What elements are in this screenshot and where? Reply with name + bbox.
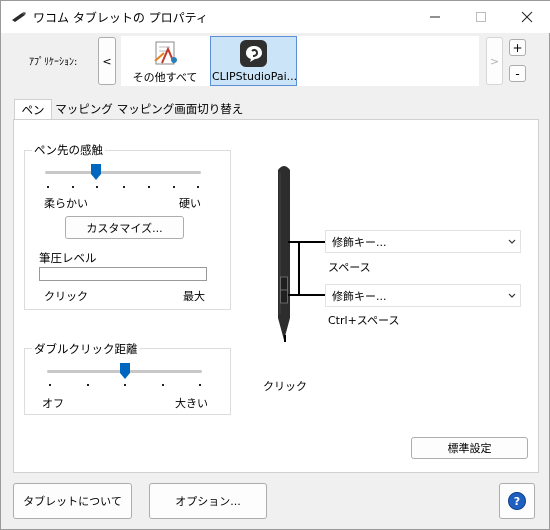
- slider-tick: [162, 384, 164, 386]
- remove-application-button[interactable]: -: [509, 65, 526, 82]
- chevron-down-icon: [508, 293, 516, 298]
- help-button[interactable]: ?: [499, 483, 535, 519]
- connector-line: [298, 241, 328, 243]
- dropdown-value: 修飾キー...: [332, 289, 387, 303]
- app-item-label: その他すべて: [132, 71, 198, 84]
- dropdown-value: 修飾キー...: [332, 235, 387, 249]
- side-switch-upper-detail: スペース: [328, 261, 371, 274]
- slider-tick: [87, 384, 89, 386]
- app-scroll-right-button[interactable]: >: [486, 37, 503, 85]
- tip-feel-slider-thumb[interactable]: [91, 164, 102, 180]
- help-icon: ?: [508, 492, 526, 510]
- window-title: ワコム タブレットの プロパティ: [33, 11, 208, 25]
- tip-feel-firm-label: 硬い: [179, 197, 201, 210]
- double-click-large-label: 大きい: [175, 397, 208, 410]
- close-icon: [521, 11, 533, 23]
- slider-tick: [49, 384, 51, 386]
- side-switch-lower-dropdown[interactable]: 修飾キー...: [325, 284, 521, 307]
- slider-tick: [47, 186, 49, 188]
- all-applications-icon: [154, 41, 177, 65]
- double-click-off-label: オフ: [42, 397, 64, 410]
- app-scroll-left-button[interactable]: <: [98, 37, 116, 85]
- connector-line: [298, 241, 300, 296]
- close-button[interactable]: [504, 1, 550, 33]
- slider-tick: [148, 186, 150, 188]
- pressure-max-label: 最大: [183, 290, 205, 303]
- clip-studio-icon: [240, 40, 267, 67]
- add-application-button[interactable]: +: [509, 39, 526, 56]
- pressure-click-label: クリック: [44, 290, 88, 303]
- slider-tick: [199, 384, 201, 386]
- slider-tick: [96, 186, 98, 188]
- tab-mapping[interactable]: マッピング: [54, 99, 114, 119]
- pressure-level-bar: [39, 267, 207, 281]
- tab-mapping-screen-toggle[interactable]: マッピング画面切り替え: [117, 99, 244, 119]
- customize-button[interactable]: カスタマイズ...: [65, 216, 184, 239]
- slider-tick: [72, 186, 74, 188]
- properties-window: ワコム タブレットの プロパティ ｱﾌﾟﾘｹｰｼｮﾝ: < その他すべて CLI…: [0, 0, 550, 530]
- tip-feel-title: ペン先の感触: [32, 142, 105, 158]
- double-click-distance-title: ダブルクリック距離: [32, 341, 140, 357]
- connector-line: [288, 294, 328, 296]
- tip-feel-soft-label: 柔らかい: [44, 197, 88, 210]
- slider-tick: [173, 186, 175, 188]
- slider-tick: [123, 186, 125, 188]
- pressure-level-title: 筆圧レベル: [39, 251, 97, 265]
- minimize-button[interactable]: [412, 1, 458, 33]
- double-click-slider-thumb[interactable]: [119, 363, 130, 379]
- minimize-icon: [430, 16, 440, 18]
- tab-pen[interactable]: ペン: [14, 99, 52, 119]
- side-switch-lower-detail: Ctrl+スペース: [328, 314, 400, 327]
- side-switch-upper-dropdown[interactable]: 修飾キー...: [325, 230, 521, 253]
- app-item-all-others[interactable]: その他すべて: [122, 37, 208, 85]
- wacom-pen-icon: [12, 12, 26, 22]
- pen-illustration: [278, 166, 290, 340]
- tip-feel-slider-track: [45, 171, 201, 174]
- title-bar: ワコム タブレットの プロパティ: [1, 1, 550, 33]
- maximize-icon: [476, 12, 486, 22]
- maximize-button: [458, 1, 504, 33]
- app-item-label: CLIPStudioPai...: [212, 70, 296, 83]
- pen-tab-panel: ペン先の感触 柔らかい 硬い カスタマイズ... 筆圧レベル クリック 最大 ダ…: [13, 119, 539, 473]
- slider-tick: [197, 186, 199, 188]
- default-settings-button[interactable]: 標準設定: [411, 437, 528, 459]
- connector-line: [284, 335, 286, 342]
- about-tablet-button[interactable]: タブレットについて: [13, 483, 132, 519]
- app-item-clip-studio[interactable]: CLIPStudioPai...: [210, 36, 297, 86]
- application-label: ｱﾌﾟﾘｹｰｼｮﾝ:: [29, 57, 78, 68]
- slider-tick: [124, 384, 126, 386]
- options-button[interactable]: オプション...: [149, 483, 267, 519]
- chevron-down-icon: [508, 239, 516, 244]
- pen-tip-label: クリック: [263, 380, 307, 393]
